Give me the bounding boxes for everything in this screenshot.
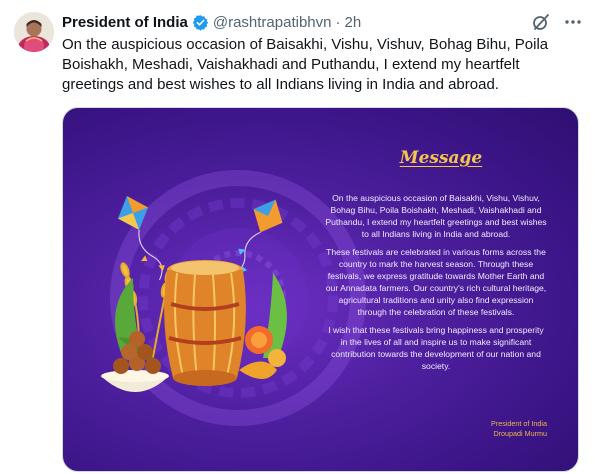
author-name[interactable]: President of India [62,14,188,31]
author-handle[interactable]: @rashtrapatibhvn [213,14,332,31]
tweet-header: President of India @rashtrapatibhvn · 2h [62,12,361,32]
signature-name: Droupadi Murmu [493,429,547,438]
tweet-timestamp[interactable]: 2h [344,14,361,31]
more-options-icon[interactable] [562,12,584,32]
tweet-text: On the auspicious occasion of Baisakhi, … [62,36,549,93]
sweets-bowl-illustration [101,331,169,392]
dhol-drum-illustration [164,260,246,386]
card-signature: President of India Droupadi Murmu [467,419,547,439]
card-paragraph: These festivals are celebrated in variou… [325,247,547,317]
tweet-media-card[interactable]: Message On the auspicious occasion of Ba… [62,107,579,472]
card-paragraph: On the auspicious occasion of Baisakhi, … [325,193,547,239]
card-paragraph: I wish that these festivals bring happin… [328,325,544,371]
grok-icon[interactable] [531,12,551,32]
verified-badge-icon [192,14,209,31]
card-message-title: Message [399,148,483,168]
author-avatar[interactable] [14,12,54,52]
card-message-body: On the auspicious occasion of Baisakhi, … [325,192,547,378]
separator-dot: · [335,13,341,31]
signature-title: President of India [491,419,547,428]
tweet: President of India @rashtrapatibhvn · 2h… [0,0,595,474]
